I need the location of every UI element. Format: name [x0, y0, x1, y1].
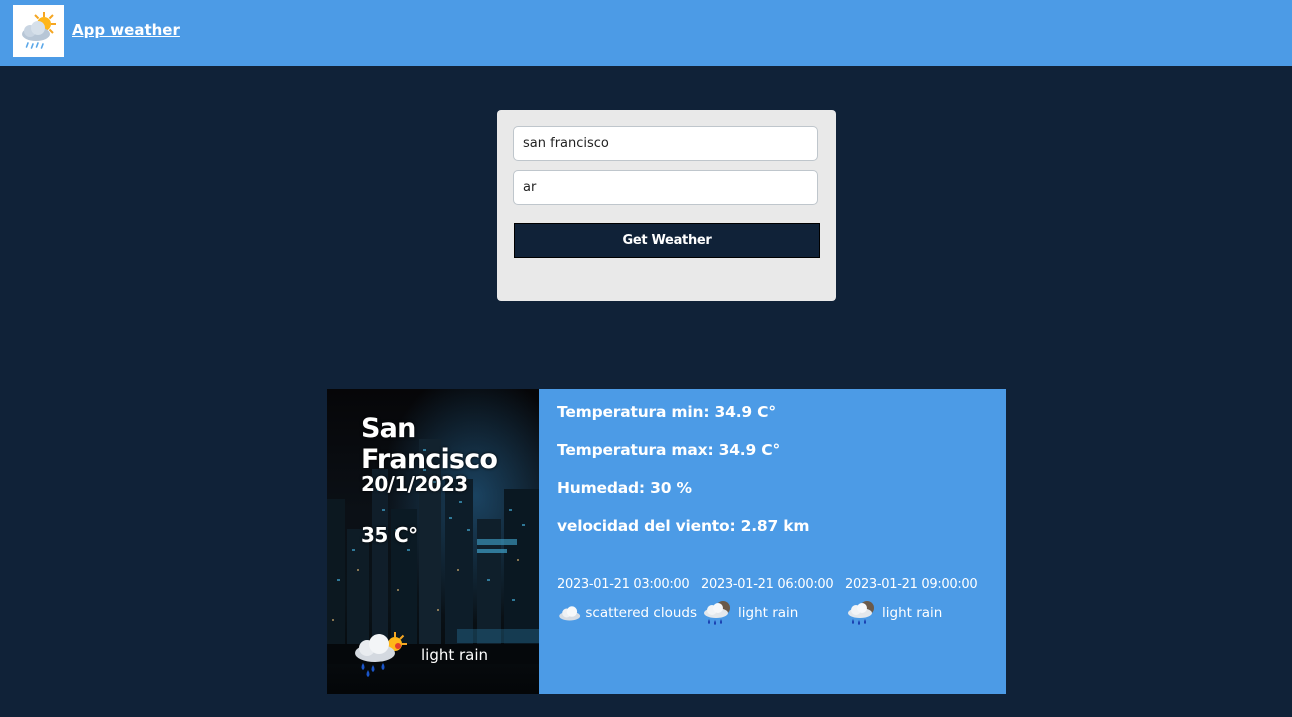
sun-cloud-rain-icon [21, 12, 56, 49]
forecast-item: 2023-01-21 03:00:00 scattered clouds [557, 577, 697, 626]
details-panel: Temperatura min: 34.9 C° Temperatura max… [539, 389, 1006, 694]
temp-max: Temperatura max: 34.9 C° [557, 441, 781, 459]
forecast-time: 2023-01-21 06:00:00 [701, 577, 834, 592]
forecast-time: 2023-01-21 03:00:00 [557, 577, 690, 592]
rain-sun-cloud-icon [355, 632, 407, 677]
city-input[interactable] [513, 126, 818, 161]
navbar: App weather [0, 0, 1292, 66]
forecast-description: scattered clouds [585, 605, 697, 621]
current-description: light rain [421, 646, 489, 664]
light-rain-icon [848, 601, 874, 625]
logo[interactable] [13, 5, 64, 57]
light-rain-icon [704, 601, 730, 625]
get-weather-button[interactable]: Get Weather [514, 223, 820, 258]
country-input[interactable] [513, 170, 818, 205]
forecast-description: light rain [738, 605, 799, 621]
search-form: Get Weather [497, 110, 836, 301]
weather-result: San Francisco 20/1/2023 35 C° light rain… [327, 389, 1006, 694]
forecast-description: light rain [882, 605, 943, 621]
humidity: Humedad: 30 % [557, 479, 692, 497]
weather-date: 20/1/2023 [361, 472, 468, 496]
forecast-item: 2023-01-21 06:00:00 light rain [701, 577, 841, 626]
brand-link[interactable]: App weather [72, 21, 180, 39]
city-panel: San Francisco 20/1/2023 35 C° light rain [327, 389, 539, 694]
current-temperature: 35 C° [361, 523, 418, 547]
city-name: San Francisco [361, 413, 498, 475]
wind-speed: velocidad del viento: 2.87 km [557, 517, 810, 535]
forecast-time: 2023-01-21 09:00:00 [845, 577, 978, 592]
temp-min: Temperatura min: 34.9 C° [557, 403, 776, 421]
scattered-clouds-icon [559, 606, 581, 621]
forecast-item: 2023-01-21 09:00:00 light rain [845, 577, 985, 626]
